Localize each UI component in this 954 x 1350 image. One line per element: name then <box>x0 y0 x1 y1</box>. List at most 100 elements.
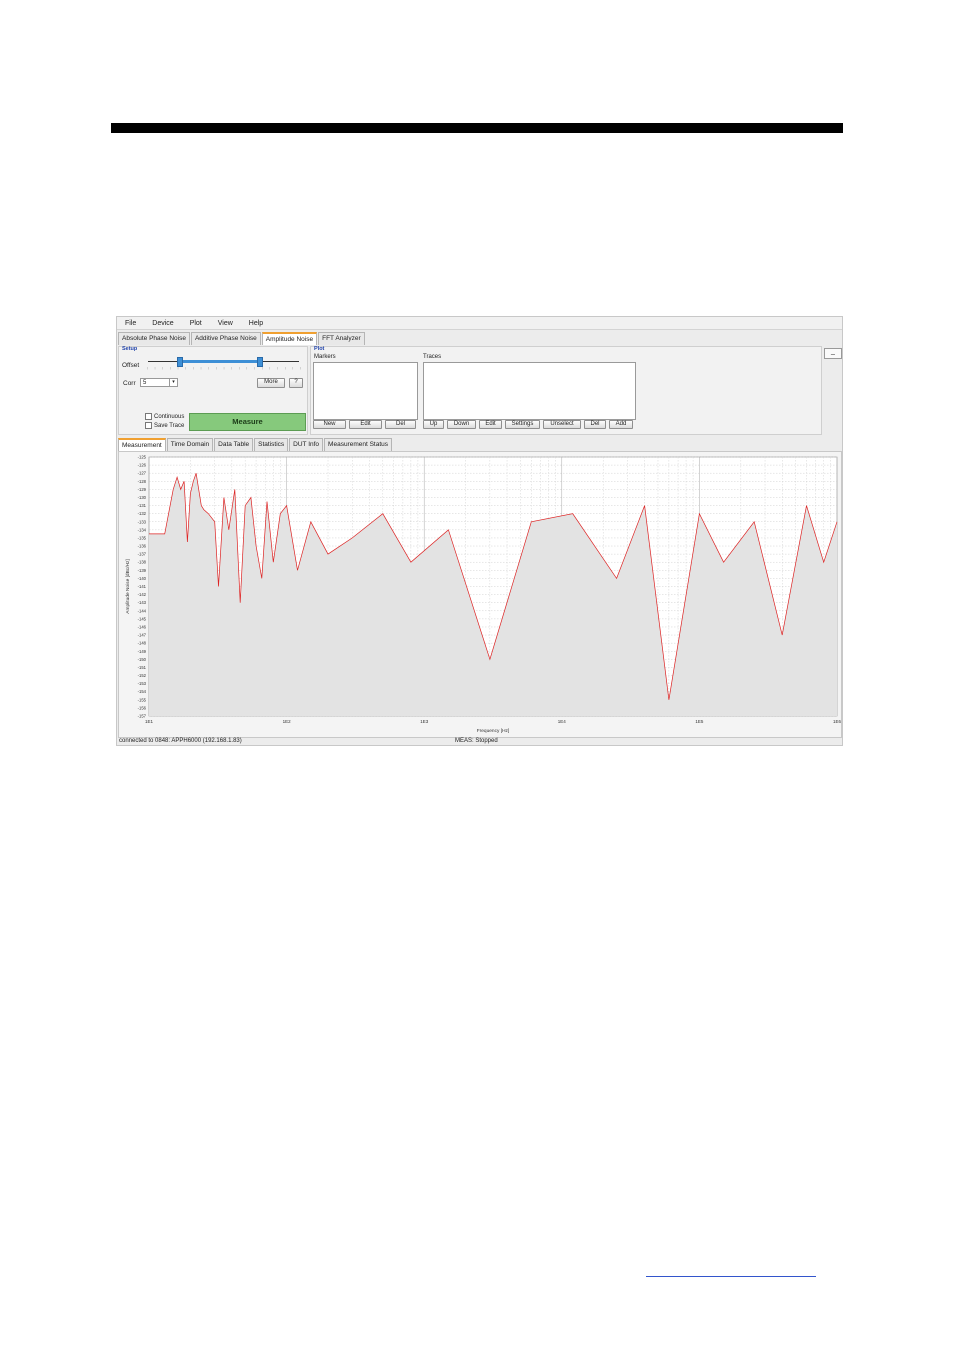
measurement-status: MEAS: Stopped <box>455 738 498 744</box>
view-tabs: Measurement Time Domain Data Table Stati… <box>118 438 393 451</box>
checkbox-icon <box>145 413 152 420</box>
y-tick-label: -127 <box>138 471 147 476</box>
tab-measurement-status[interactable]: Measurement Status <box>324 438 393 451</box>
y-tick-label: -144 <box>138 608 147 613</box>
y-tick-label: -139 <box>138 568 147 573</box>
plot-panel: Plot Markers New Edit Del Traces Up Down… <box>310 346 822 435</box>
y-tick-label: -141 <box>138 584 147 589</box>
measure-button[interactable]: Measure <box>189 413 306 431</box>
y-tick-label: -138 <box>138 560 147 565</box>
marker-edit-button[interactable]: Edit <box>349 420 382 429</box>
y-tick-label: -134 <box>138 527 147 532</box>
y-tick-label: -129 <box>138 487 147 492</box>
tab-amplitude-noise[interactable]: Amplitude Noise <box>261 332 318 345</box>
collapse-button[interactable]: _ <box>824 348 842 359</box>
plot-title: Plot <box>314 346 325 352</box>
header-rule <box>111 123 843 133</box>
y-tick-label: -155 <box>138 697 147 702</box>
y-tick-label: -154 <box>138 689 147 694</box>
x-tick-label: 1E3 <box>420 719 429 724</box>
tab-data-table[interactable]: Data Table <box>214 438 254 451</box>
connection-status: connected to 0848: APPH6000 (192.168.1.8… <box>119 738 242 744</box>
markers-list[interactable] <box>313 362 418 420</box>
setup-title: Setup <box>122 346 138 352</box>
marker-new-button[interactable]: New <box>313 420 346 429</box>
traces-list[interactable] <box>423 362 636 420</box>
y-tick-label: -140 <box>138 576 147 581</box>
y-tick-label: -146 <box>138 624 147 629</box>
y-tick-label: -147 <box>138 633 147 638</box>
x-tick-label: 1E5 <box>695 719 704 724</box>
tab-statistics[interactable]: Statistics <box>254 438 289 451</box>
marker-del-button[interactable]: Del <box>385 420 416 429</box>
trace-del-button[interactable]: Del <box>584 420 606 429</box>
trace-up-button[interactable]: Up <box>423 420 444 429</box>
y-tick-label: -136 <box>138 544 147 549</box>
y-tick-label: -128 <box>138 479 147 484</box>
setup-panel: Setup Offset | | | | | | | | | | | | | | | | | | | | | Corr … <box>118 346 308 435</box>
menu-file[interactable]: File <box>117 317 144 329</box>
y-tick-label: -145 <box>138 616 147 621</box>
checkbox-icon <box>145 422 152 429</box>
corr-label: Corr <box>123 380 136 387</box>
y-tick-label: -148 <box>138 641 147 646</box>
trace-settings-button[interactable]: Settings <box>505 420 540 429</box>
menu-device[interactable]: Device <box>144 317 181 329</box>
traces-label: Traces <box>423 354 442 360</box>
x-tick-label: 1E2 <box>283 719 292 724</box>
y-tick-label: -126 <box>138 463 147 468</box>
corr-select[interactable]: 5 ▾ <box>140 378 178 387</box>
help-button[interactable]: ? <box>289 378 303 388</box>
mode-tabs: Absolute Phase Noise Additive Phase Nois… <box>118 332 366 345</box>
y-tick-label: -130 <box>138 495 147 500</box>
x-tick-label: 1E1 <box>145 719 154 724</box>
x-tick-label: 1E6 <box>833 719 841 724</box>
y-tick-label: -133 <box>138 519 147 524</box>
y-tick-label: -156 <box>138 705 147 710</box>
status-bar: connected to 0848: APPH6000 (192.168.1.8… <box>117 737 842 745</box>
y-tick-label: -149 <box>138 649 147 654</box>
tab-dut-info[interactable]: DUT Info <box>289 438 324 451</box>
menu-plot[interactable]: Plot <box>182 317 210 329</box>
more-button[interactable]: More <box>257 378 285 388</box>
y-tick-label: -157 <box>138 714 147 719</box>
save-trace-checkbox[interactable]: Save Trace <box>145 422 184 430</box>
trace-add-button[interactable]: Add <box>609 420 633 429</box>
y-tick-label: -152 <box>138 673 147 678</box>
save-trace-label: Save Trace <box>154 423 185 430</box>
y-tick-label: -142 <box>138 592 147 597</box>
tab-additive-phase-noise[interactable]: Additive Phase Noise <box>190 332 261 345</box>
y-tick-label: -137 <box>138 552 147 557</box>
offset-label: Offset <box>122 362 140 369</box>
chevron-down-icon: ▾ <box>169 379 177 386</box>
corr-value: 5 <box>143 380 147 386</box>
x-axis-label: Frequency [Hz] <box>477 728 510 734</box>
continuous-checkbox[interactable]: Continuous <box>145 413 184 421</box>
amplitude-noise-chart[interactable]: -125 -126 -127 -128 -129 -130 -131 -132 -133 -134… <box>119 452 841 737</box>
chart-area: -125 -126 -127 -128 -129 -130 -131 -132 -133 -134… <box>118 451 842 738</box>
continuous-label: Continuous <box>154 414 185 421</box>
app-window: File Device Plot View Help Absolute Phas… <box>116 316 843 746</box>
trace-down-button[interactable]: Down <box>447 420 476 429</box>
menu-view[interactable]: View <box>210 317 241 329</box>
y-tick-label: -153 <box>138 681 147 686</box>
trace-edit-button[interactable]: Edit <box>479 420 502 429</box>
y-tick-label: -143 <box>138 600 147 605</box>
footer-link[interactable] <box>646 1275 816 1277</box>
offset-slider-ticks: | | | | | | | | | | | | | | | | | | | | | <box>147 366 301 370</box>
tab-fft-analyzer[interactable]: FFT Analyzer <box>318 332 365 345</box>
markers-label: Markers <box>314 354 336 360</box>
tab-measurement[interactable]: Measurement <box>118 438 166 451</box>
offset-slider-range <box>180 360 260 363</box>
menu-help[interactable]: Help <box>241 317 271 329</box>
y-tick-label: -150 <box>138 657 147 662</box>
y-tick-label: -131 <box>138 503 147 508</box>
trace-unselect-button[interactable]: Unselect <box>543 420 581 429</box>
tab-absolute-phase-noise[interactable]: Absolute Phase Noise <box>118 332 190 345</box>
x-tick-label: 1E4 <box>558 719 567 724</box>
y-tick-label: -135 <box>138 535 147 540</box>
y-tick-label: -151 <box>138 665 147 670</box>
y-axis-label: Amplitude Noise [dBc/Hz] <box>125 559 131 613</box>
y-tick-label: -132 <box>138 511 147 516</box>
tab-time-domain[interactable]: Time Domain <box>166 438 214 451</box>
